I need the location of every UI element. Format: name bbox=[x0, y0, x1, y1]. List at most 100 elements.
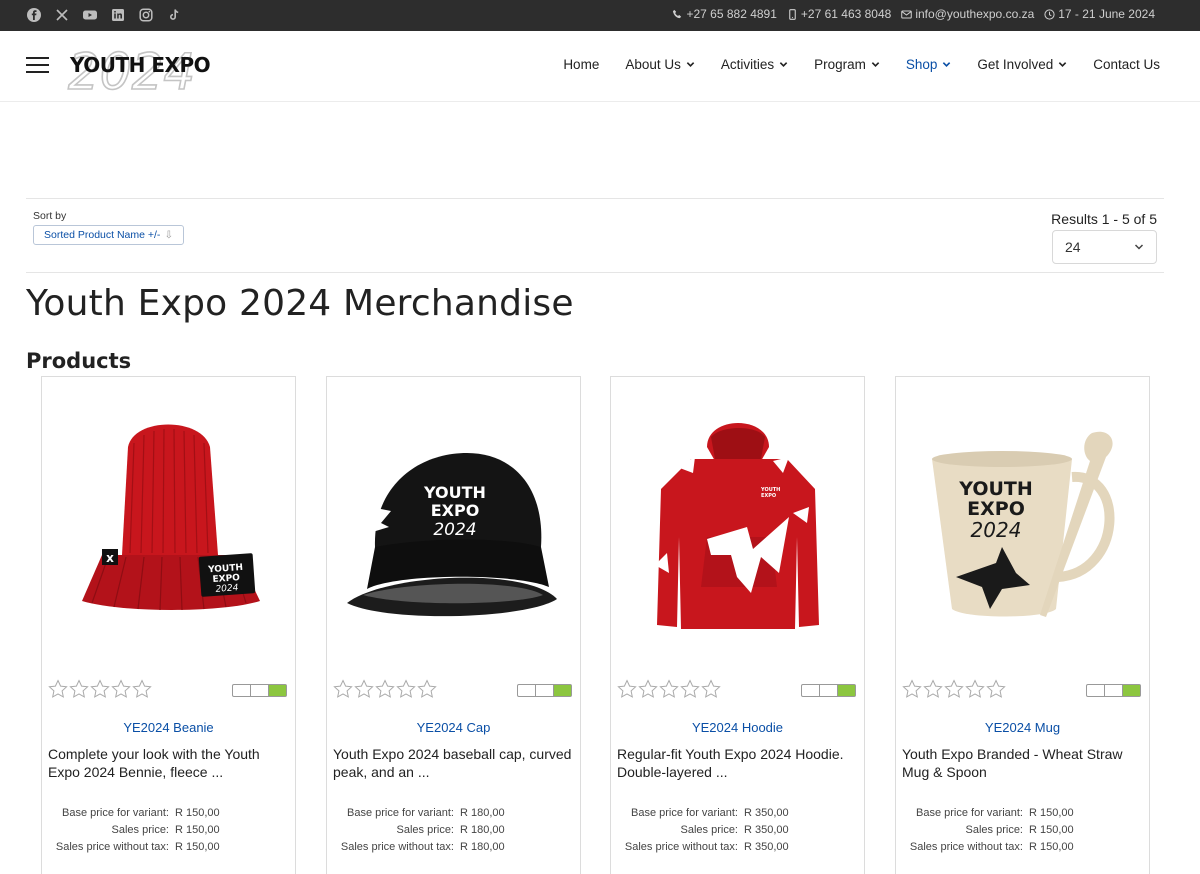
stock-level-indicator bbox=[801, 684, 856, 697]
product-toolbar: Sort by Sorted Product Name +/- ⇩ Result… bbox=[26, 198, 1164, 273]
star-icon bbox=[69, 679, 89, 698]
per-page-select[interactable]: 24 bbox=[1052, 230, 1157, 264]
chevron-down-icon bbox=[943, 62, 951, 67]
nav-shop[interactable]: Shop bbox=[906, 57, 952, 72]
phone-icon bbox=[673, 9, 682, 18]
svg-text:YOUTH: YOUTH bbox=[958, 478, 1033, 500]
svg-text:2024: 2024 bbox=[433, 520, 476, 540]
rating-stars[interactable] bbox=[617, 679, 721, 699]
price-without-tax-value: R 150,00 bbox=[175, 841, 220, 853]
svg-text:2024: 2024 bbox=[215, 583, 239, 595]
star-icon bbox=[944, 679, 964, 698]
star-icon bbox=[354, 679, 374, 698]
product-name[interactable]: YE2024 Hoodie bbox=[611, 720, 864, 735]
rating-stars[interactable] bbox=[333, 679, 437, 699]
nav-get-involved-label: Get Involved bbox=[977, 57, 1054, 72]
price-without-tax-value: R 180,00 bbox=[460, 841, 505, 853]
main-nav: Home About Us Activities Program Shop Ge… bbox=[537, 57, 1160, 72]
product-prices: Base price for variant: R 350,00 Sales pr… bbox=[617, 805, 789, 856]
product-image-hoodie[interactable]: YOUTH EXPO bbox=[611, 377, 864, 667]
nav-contact-us[interactable]: Contact Us bbox=[1093, 57, 1160, 72]
star-icon bbox=[638, 679, 658, 698]
product-image-mug[interactable]: YOUTH EXPO 2024 bbox=[896, 377, 1149, 667]
event-dates: 17 - 21 June 2024 bbox=[1058, 7, 1155, 21]
nav-home[interactable]: Home bbox=[563, 57, 599, 72]
nav-activities-label: Activities bbox=[720, 57, 775, 72]
rating-stars[interactable] bbox=[902, 679, 1006, 699]
chevron-down-icon bbox=[1134, 244, 1144, 250]
tiktok-icon[interactable] bbox=[166, 7, 182, 23]
product-card: YOUTH EXPO YE2024 Hoodie Regular-fit You… bbox=[610, 376, 865, 874]
instagram-icon[interactable] bbox=[138, 7, 154, 23]
base-price-value: R 350,00 bbox=[744, 807, 789, 819]
hamburger-menu-icon[interactable] bbox=[26, 57, 49, 75]
chevron-down-icon bbox=[871, 62, 880, 67]
nav-program[interactable]: Program bbox=[814, 57, 880, 72]
mobile-number: +27 61 463 8048 bbox=[800, 7, 892, 21]
phone-number: +27 65 882 4891 bbox=[686, 7, 777, 21]
star-icon bbox=[617, 679, 637, 698]
youtube-icon[interactable] bbox=[82, 7, 98, 23]
svg-text:EXPO: EXPO bbox=[761, 493, 776, 499]
star-icon bbox=[48, 679, 68, 698]
stock-level-indicator bbox=[517, 684, 572, 697]
mobile-item[interactable]: +27 61 463 8048 bbox=[787, 7, 891, 21]
nav-about-us[interactable]: About Us bbox=[625, 57, 695, 72]
product-name[interactable]: YE2024 Beanie bbox=[42, 720, 295, 735]
sales-price-label: Sales price: bbox=[111, 824, 169, 836]
results-count: Results 1 - 5 of 5 bbox=[1051, 211, 1157, 227]
product-description: Complete your look with the Youth Expo 2… bbox=[48, 746, 260, 780]
price-without-tax-value: R 350,00 bbox=[744, 841, 789, 853]
base-price-value: R 150,00 bbox=[175, 807, 220, 819]
top-bar: +27 65 882 4891 +27 61 463 8048 info@you… bbox=[0, 0, 1200, 31]
youth-expo-logo[interactable]: 2024 YOUTH EXPO bbox=[66, 37, 241, 95]
stock-level-indicator bbox=[232, 684, 287, 697]
svg-text:x: x bbox=[106, 551, 114, 565]
base-price-value: R 150,00 bbox=[1029, 807, 1074, 819]
email-address: info@youthexpo.co.za bbox=[915, 7, 1035, 21]
nav-activities[interactable]: Activities bbox=[721, 57, 788, 72]
product-card: YOUTH EXPO 2024 YE2024 Mug Youth Expo Br… bbox=[895, 376, 1150, 874]
email-item[interactable]: info@youthexpo.co.za bbox=[901, 7, 1034, 21]
star-icon bbox=[701, 679, 721, 698]
phone-item[interactable]: +27 65 882 4891 bbox=[672, 7, 777, 21]
product-name[interactable]: YE2024 Cap bbox=[327, 720, 580, 735]
star-icon bbox=[680, 679, 700, 698]
site-header: 2024 YOUTH EXPO Home About Us Activities… bbox=[0, 31, 1200, 102]
product-image-beanie[interactable]: x YOUTH EXPO 2024 bbox=[42, 377, 295, 667]
envelope-icon bbox=[901, 10, 913, 18]
star-icon bbox=[986, 679, 1006, 698]
sort-by-label: Sort by bbox=[33, 210, 67, 222]
per-page-value: 24 bbox=[1065, 239, 1081, 255]
rating-stars[interactable] bbox=[48, 679, 152, 699]
star-icon bbox=[902, 679, 922, 698]
facebook-icon[interactable] bbox=[26, 7, 42, 23]
sales-price-label: Sales price: bbox=[965, 824, 1023, 836]
nav-home-label: Home bbox=[563, 57, 600, 72]
star-icon bbox=[375, 679, 395, 698]
product-card: YOUTH EXPO 2024 YE2024 Cap Youth Expo 20… bbox=[326, 376, 581, 874]
logo-text: YOUTH EXPO bbox=[69, 53, 210, 77]
contact-info: +27 65 882 4891 +27 61 463 8048 info@you… bbox=[672, 7, 1155, 21]
dates-item: 17 - 21 June 2024 bbox=[1044, 7, 1155, 21]
sort-value: Sorted Product Name +/- bbox=[44, 229, 161, 241]
sales-price-value: R 150,00 bbox=[1029, 824, 1074, 836]
star-icon bbox=[333, 679, 353, 698]
sort-select[interactable]: Sorted Product Name +/- ⇩ bbox=[33, 225, 184, 245]
x-icon[interactable] bbox=[54, 7, 70, 23]
svg-text:EXPO: EXPO bbox=[431, 501, 480, 520]
chevron-down-icon bbox=[779, 62, 788, 67]
nav-get-involved[interactable]: Get Involved bbox=[977, 57, 1067, 72]
price-without-tax-label: Sales price without tax: bbox=[624, 841, 738, 853]
star-icon bbox=[659, 679, 679, 698]
chevron-down-icon bbox=[686, 62, 695, 67]
svg-text:YOUTH: YOUTH bbox=[423, 483, 486, 502]
product-name[interactable]: YE2024 Mug bbox=[896, 720, 1149, 735]
product-image-cap[interactable]: YOUTH EXPO 2024 bbox=[327, 377, 580, 667]
product-prices: Base price for variant: R 150,00 Sales pr… bbox=[48, 805, 220, 856]
product-description: Regular-fit Youth Expo 2024 Hoodie. Doub… bbox=[617, 746, 844, 780]
nav-about-us-label: About Us bbox=[625, 57, 681, 72]
linkedin-icon[interactable] bbox=[110, 7, 126, 23]
price-without-tax-label: Sales price without tax: bbox=[340, 841, 454, 853]
clock-icon bbox=[1044, 8, 1055, 20]
